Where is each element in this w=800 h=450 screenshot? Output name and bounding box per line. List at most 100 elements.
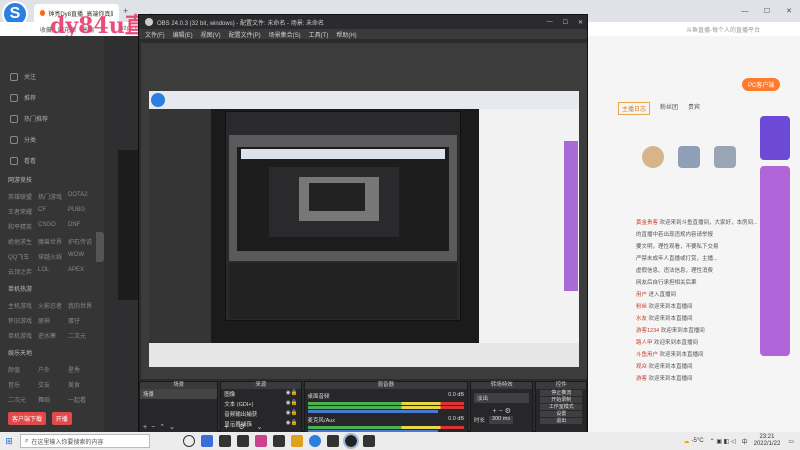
chat-username[interactable]: 用户: [636, 292, 647, 298]
tab-log[interactable]: 主播日志: [618, 102, 651, 115]
close-button[interactable]: ✕: [778, 7, 800, 15]
browser-taskbar-icon[interactable]: [309, 435, 321, 447]
notification-icon[interactable]: ▭: [788, 438, 794, 445]
maximize-button[interactable]: ☐: [756, 7, 778, 15]
sidebar-category-link[interactable]: 单机游戏: [8, 331, 36, 340]
sidebar-category-link[interactable]: 音乐: [8, 380, 36, 389]
obs-taskbar-icon[interactable]: [343, 433, 359, 449]
start-recording-button[interactable]: 开始录制: [540, 397, 582, 403]
source-settings-icon[interactable]: ⚙: [238, 424, 247, 431]
remove-transition-icon[interactable]: −: [499, 408, 503, 415]
minimize-button[interactable]: —: [734, 8, 756, 15]
sidebar-category-link[interactable]: 交友: [38, 380, 66, 389]
add-transition-icon[interactable]: +: [493, 408, 497, 415]
chat-username[interactable]: 游客: [636, 376, 647, 382]
sidebar-item-recommend[interactable]: 推荐: [0, 87, 104, 108]
obs-maximize-button[interactable]: ☐: [563, 19, 568, 26]
exit-button[interactable]: 退出: [540, 418, 582, 424]
sidebar-category-link[interactable]: 户外: [38, 365, 66, 374]
eye-icon[interactable]: ◉🔒: [286, 420, 298, 428]
menu-profile[interactable]: 配置文件(P): [229, 30, 261, 39]
sidebar-category-link[interactable]: 我的世界: [68, 301, 96, 310]
remove-scene-icon[interactable]: −: [151, 424, 159, 431]
scene-item[interactable]: 场景: [140, 389, 218, 399]
sidebar-category-link[interactable]: 云顶之弈: [8, 267, 36, 276]
volume-slider[interactable]: [307, 410, 438, 413]
tab-vip[interactable]: 贵宾: [688, 102, 700, 115]
stop-streaming-button[interactable]: 停止推流: [540, 390, 582, 396]
eye-icon[interactable]: ◉🔒: [286, 410, 298, 418]
source-item[interactable]: 文本 (GDI+) ◉🔒: [221, 399, 300, 409]
app-icon[interactable]: [237, 435, 249, 447]
chat-username[interactable]: 粉丝: [636, 304, 647, 310]
app-icon[interactable]: [255, 435, 267, 447]
sidebar-category-link[interactable]: DNF: [68, 222, 96, 231]
obs-preview[interactable]: [141, 43, 587, 379]
menu-file[interactable]: 文件(F): [145, 30, 165, 39]
sidebar-category-link[interactable]: 二次元: [68, 331, 96, 340]
duration-input[interactable]: 300 ms: [489, 416, 514, 424]
sidebar-category-link[interactable]: 二次元: [8, 395, 36, 404]
sidebar-item-hot[interactable]: 热门推荐: [0, 108, 104, 129]
sidebar-category-link[interactable]: PUBG: [68, 207, 96, 216]
sidebar-category-link[interactable]: 逆水寒: [38, 331, 66, 340]
sidebar-item-category[interactable]: 分类: [0, 129, 104, 150]
studio-mode-button[interactable]: 工作室模式: [540, 404, 582, 410]
sidebar-category-link[interactable]: CSGO: [38, 222, 66, 231]
weather-text[interactable]: -5°C: [692, 438, 704, 444]
menu-view[interactable]: 视图(V): [201, 30, 221, 39]
tab-fans[interactable]: 粉丝团: [660, 102, 678, 115]
menu-edit[interactable]: 编辑(E): [173, 30, 193, 39]
sidebar-category-link[interactable]: LOL: [38, 267, 66, 276]
move-up-icon[interactable]: ⌃: [248, 424, 257, 431]
move-up-icon[interactable]: ⌃: [159, 424, 169, 431]
start-button[interactable]: ⊞: [0, 436, 18, 447]
sidebar-category-link[interactable]: 穿越火线: [38, 252, 66, 261]
search-hint[interactable]: 斗鱼直播-每个人的直播平台: [686, 25, 760, 34]
obs-minimize-button[interactable]: —: [547, 19, 553, 25]
chat-username[interactable]: 水友: [636, 316, 647, 322]
activity-badge[interactable]: [760, 116, 790, 160]
menu-tools[interactable]: 工具(T): [309, 30, 329, 39]
sidebar-category-link[interactable]: 炉石传说: [68, 237, 96, 246]
gift-icon[interactable]: [678, 146, 700, 168]
move-down-icon[interactable]: ⌄: [257, 424, 266, 431]
move-down-icon[interactable]: ⌄: [169, 424, 179, 431]
sidebar-category-link[interactable]: 蛋仔: [68, 316, 96, 325]
sidebar-category-link[interactable]: CF: [38, 207, 66, 216]
sidebar-category-link[interactable]: 绝地求生: [8, 237, 36, 246]
app-icon[interactable]: [201, 435, 213, 447]
sidebar-category-link[interactable]: 英雄联盟: [8, 192, 36, 201]
source-item[interactable]: 图像 ◉🔒: [221, 389, 300, 399]
sidebar-category-link[interactable]: 怀旧游戏: [8, 316, 36, 325]
eye-icon[interactable]: ◉🔒: [286, 400, 298, 408]
eye-icon[interactable]: ◉🔒: [286, 390, 298, 398]
chat-username[interactable]: 黄金贵客: [636, 220, 658, 226]
download-client-button[interactable]: 客户端下载: [8, 412, 47, 425]
app-icon[interactable]: [291, 435, 303, 447]
sidebar-category-link[interactable]: 和平精英: [8, 222, 36, 231]
sidebar-category-link[interactable]: 王者荣耀: [8, 207, 36, 216]
tray-icons[interactable]: ⌃ ▣ ◧ ◁: [710, 438, 736, 445]
task-view-icon[interactable]: [183, 435, 195, 447]
app-icon[interactable]: [327, 435, 339, 447]
chat-username[interactable]: 路人甲: [636, 340, 653, 346]
clock[interactable]: 23:21 2022/1/22: [754, 434, 781, 448]
start-live-button[interactable]: 开播: [51, 412, 72, 425]
sidebar-category-link[interactable]: WOW: [68, 252, 96, 261]
app-icon[interactable]: [363, 435, 375, 447]
ime-indicator[interactable]: 中: [742, 437, 748, 446]
app-icon[interactable]: [219, 435, 231, 447]
weather-icon[interactable]: ☁: [684, 438, 690, 445]
activity-badge[interactable]: [760, 166, 790, 356]
pc-client-button[interactable]: PC客户端: [742, 78, 781, 91]
sidebar-category-link[interactable]: 颜值: [8, 365, 36, 374]
app-icon[interactable]: [273, 435, 285, 447]
sidebar-category-link[interactable]: 美食: [68, 380, 96, 389]
sidebar-category-link[interactable]: 星秀: [68, 365, 96, 374]
sidebar-category-link[interactable]: 一起看: [68, 395, 96, 404]
sidebar-category-link[interactable]: 魔兽世界: [38, 237, 66, 246]
gift-icon[interactable]: [714, 146, 736, 168]
menu-help[interactable]: 帮助(H): [336, 30, 356, 39]
transition-select[interactable]: 淡出: [474, 393, 530, 403]
